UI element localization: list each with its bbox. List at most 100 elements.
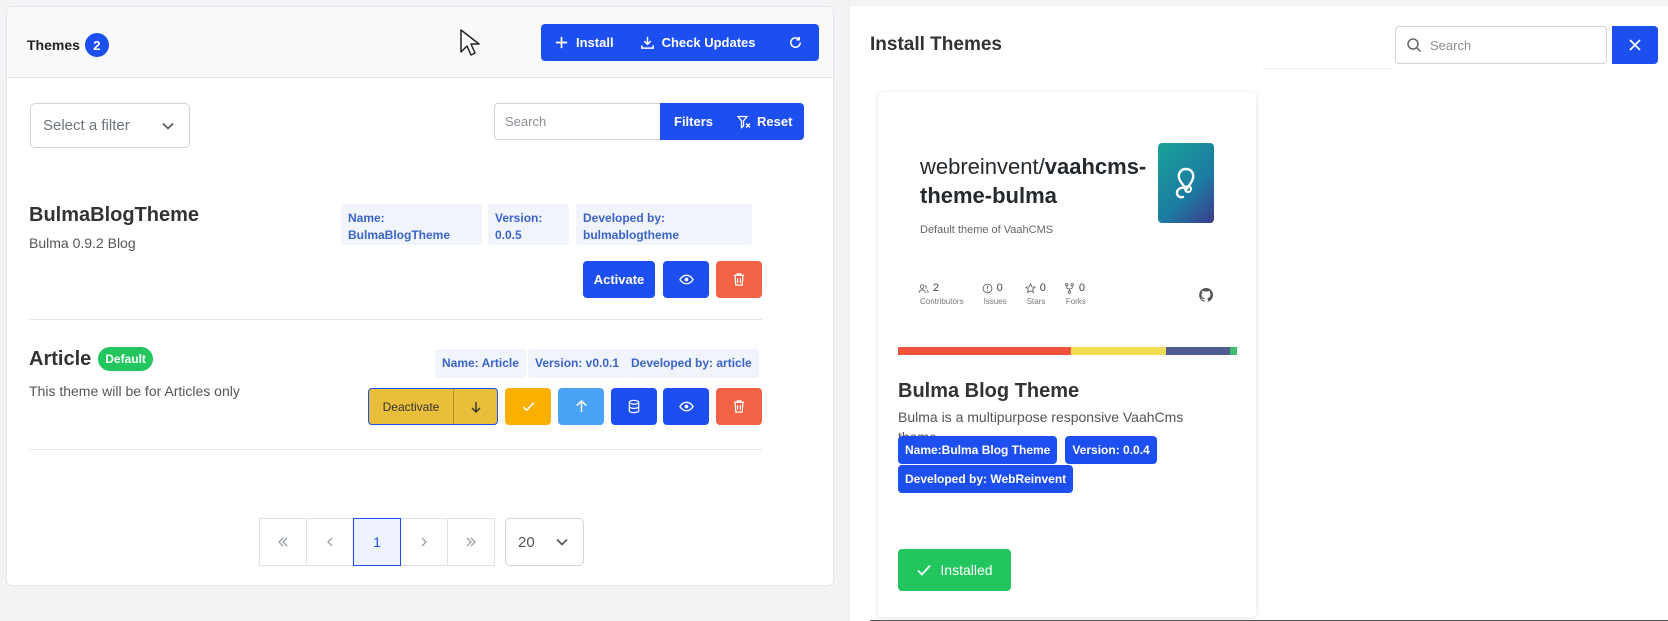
header-toolbar: Install Check Updates	[541, 24, 819, 61]
filter-clear-icon	[737, 115, 751, 129]
theme-name: Article	[29, 347, 92, 370]
contributors-stat: 2 Contributors	[918, 282, 964, 306]
delete-button[interactable]	[716, 388, 762, 425]
check-icon	[522, 402, 534, 412]
repo-description: Default theme of VaahCMS	[920, 224, 1054, 236]
delete-button[interactable]	[716, 261, 762, 298]
store-tag-row-1: Name:Bulma Blog Theme Version: 0.0.4	[898, 436, 1157, 464]
install-themes-panel: Install Themes Search webreinvent/vaahcm…	[850, 6, 1668, 621]
set-default-button[interactable]	[505, 388, 551, 425]
theme-name: BulmaBlogTheme	[29, 204, 200, 226]
fork-icon	[1064, 282, 1074, 294]
download-icon	[640, 36, 654, 49]
eye-icon	[678, 401, 694, 412]
store-name-tag: Name:Bulma Blog Theme	[898, 436, 1058, 464]
contributors-label: Contributors	[920, 297, 964, 306]
arrow-down-icon	[471, 401, 480, 413]
language-segment	[1165, 347, 1231, 355]
pagination: 1	[259, 518, 495, 566]
close-icon	[1629, 39, 1641, 51]
database-icon	[628, 399, 640, 414]
installed-button[interactable]: Installed	[898, 549, 1011, 591]
check-updates-button[interactable]: Check Updates	[624, 24, 766, 61]
issues-label: Issues	[983, 297, 1007, 306]
filters-button[interactable]: Filters	[660, 103, 728, 140]
store-search-field[interactable]: Search	[1395, 26, 1607, 64]
stars-label: Stars	[1026, 297, 1046, 306]
preview-button[interactable]	[663, 261, 709, 298]
rows-per-page-select[interactable]: 20	[505, 518, 584, 566]
panel-title: Themes 2	[27, 33, 109, 57]
stars-stat: 0 Stars	[1024, 282, 1046, 306]
activate-button[interactable]: Activate	[583, 261, 655, 298]
chevron-right-icon	[421, 537, 427, 547]
themes-panel: Themes 2 Install Check Updates Select a …	[6, 6, 834, 586]
issue-icon	[982, 283, 992, 293]
deactivate-split-button: Deactivate	[368, 388, 498, 425]
store-theme-title: Bulma Blog Theme	[898, 380, 1080, 402]
repo-title: webreinvent/vaahcms-theme-bulma	[920, 152, 1146, 210]
issues-stat: 0 Issues	[982, 282, 1007, 306]
row-divider	[29, 449, 762, 450]
rows-per-page-value: 20	[518, 533, 535, 551]
default-badge: Default	[98, 347, 153, 371]
last-page-button[interactable]	[447, 518, 495, 566]
installed-label: Installed	[940, 562, 993, 578]
filter-select[interactable]: Select a filter	[30, 103, 190, 148]
arrow-up-icon	[575, 399, 587, 413]
page-button-current[interactable]: 1	[353, 518, 401, 566]
theme-store-card: webreinvent/vaahcms-theme-bulma Default …	[878, 92, 1256, 617]
theme-developer-tag: Developed by: article	[624, 349, 759, 378]
refresh-button[interactable]	[766, 24, 813, 61]
install-panel-title: Install Themes	[870, 34, 1002, 55]
forks-count: 0	[1078, 282, 1085, 294]
theme-version-tag: Version: 0.0.5	[488, 204, 569, 245]
row-divider	[29, 319, 762, 320]
install-button[interactable]: Install	[541, 24, 624, 61]
chevrons-right-icon	[466, 537, 476, 547]
check-icon	[917, 564, 932, 576]
first-page-button[interactable]	[259, 518, 307, 566]
prev-page-button[interactable]	[306, 518, 354, 566]
refresh-icon	[789, 36, 801, 48]
preview-button[interactable]	[663, 388, 709, 425]
theme-search-input[interactable]	[494, 103, 660, 140]
people-icon	[918, 283, 929, 293]
theme-search-group: Filters Reset	[494, 103, 816, 140]
eye-icon	[678, 274, 694, 285]
store-version-tag: Version: 0.0.4	[1065, 436, 1157, 464]
language-segment	[898, 347, 1071, 355]
check-updates-label: Check Updates	[661, 35, 756, 50]
next-page-button[interactable]	[400, 518, 448, 566]
themes-panel-header: Themes 2 Install Check Updates	[7, 7, 833, 78]
repo-name-part-1: vaahcms-	[1044, 154, 1147, 179]
close-panel-button[interactable]	[1612, 26, 1658, 64]
reset-button[interactable]: Reset	[727, 103, 805, 140]
issues-count: 0	[996, 282, 1003, 294]
theme-name-tag: Name: Article	[435, 349, 526, 378]
store-search-placeholder: Search	[1430, 37, 1472, 53]
language-bar	[898, 347, 1237, 355]
mouse-cursor-icon	[460, 29, 480, 56]
install-label: Install	[576, 35, 614, 50]
deactivate-dropdown-toggle[interactable]	[454, 389, 497, 424]
language-segment	[1070, 347, 1166, 355]
plus-icon	[555, 36, 568, 49]
vaahcms-logo	[1158, 143, 1214, 223]
theme-version-tag: Version: v0.0.1	[528, 349, 627, 378]
repo-name-part-2: theme-bulma	[920, 183, 1057, 208]
theme-developer-tag: Developed by: bulmablogtheme	[576, 204, 752, 245]
update-button[interactable]	[558, 388, 604, 425]
contributors-count: 2	[933, 282, 940, 294]
language-segment	[1230, 347, 1237, 355]
search-icon	[1407, 38, 1422, 53]
repo-owner: webreinvent/	[920, 154, 1045, 179]
theme-description: Bulma 0.9.2 Blog	[29, 235, 136, 251]
panel-title-text: Themes	[27, 37, 80, 53]
github-icon	[1199, 288, 1213, 302]
forks-stat: 0 Forks	[1064, 282, 1086, 306]
deactivate-button[interactable]: Deactivate	[369, 389, 454, 424]
import-data-button[interactable]	[611, 388, 657, 425]
reset-label: Reset	[757, 114, 793, 129]
theme-description: This theme will be for Articles only	[29, 383, 240, 399]
